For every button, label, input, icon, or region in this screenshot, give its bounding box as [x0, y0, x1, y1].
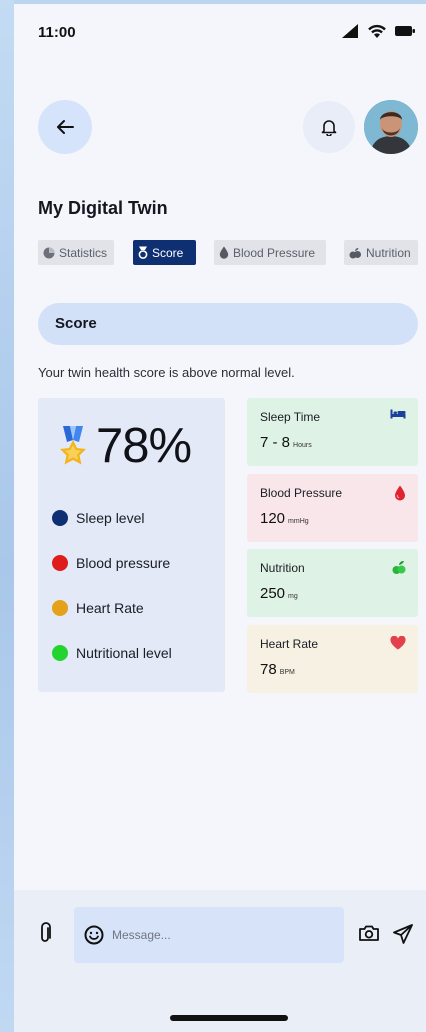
phone-screen: 11:00 My Digital Twin Statistics Score B… [14, 4, 426, 1032]
page-title: My Digital Twin [38, 198, 168, 218]
back-button[interactable] [38, 100, 92, 154]
score-description: Your twin health score is above normal l… [38, 365, 295, 380]
metric-card-nutrition[interactable]: Nutrition 250 mg [247, 549, 418, 617]
legend-label: Nutritional level [76, 645, 172, 661]
score-value: 78% [96, 419, 192, 473]
wifi-icon [368, 24, 386, 38]
section-title: Score [55, 315, 97, 332]
legend-item: Sleep level [52, 510, 145, 526]
send-icon[interactable] [393, 924, 413, 944]
metric-label: Blood Pressure [260, 486, 343, 500]
metric-card-blood-pressure[interactable]: Blood Pressure 120 mmHg [247, 474, 418, 542]
metric-label: Sleep Time [260, 410, 321, 424]
legend-label: Sleep level [76, 510, 145, 526]
status-bar: 11:00 [14, 4, 426, 60]
bell-icon [321, 120, 337, 136]
metric-value: 250 mg [260, 585, 298, 602]
legend-item: Nutritional level [52, 645, 172, 661]
metric-label: Nutrition [260, 561, 305, 575]
tab-label: Statistics [59, 245, 108, 260]
legend-dot [52, 645, 68, 661]
medal-icon [138, 246, 148, 259]
bed-icon [390, 409, 406, 419]
metric-number: 78 [260, 661, 277, 678]
metric-card-heart-rate[interactable]: Heart Rate 78 BPM [247, 625, 418, 693]
camera-icon[interactable] [358, 924, 380, 942]
legend-item: Blood pressure [52, 555, 170, 571]
emoji-icon[interactable] [84, 925, 104, 945]
legend-dot [52, 510, 68, 526]
message-input[interactable] [112, 928, 312, 942]
metric-unit: BPM [279, 669, 295, 676]
score-section-header: Score [38, 303, 418, 345]
leaf-icon [392, 560, 406, 574]
metric-unit: mmHg [288, 518, 309, 525]
metric-value: 7 - 8 Hours [260, 434, 312, 451]
tab-nutrition[interactable]: Nutrition [344, 240, 418, 265]
tab-bar: Statistics Score Blood Pressure Nutritio… [38, 240, 418, 265]
tab-label: Score [152, 245, 184, 260]
avatar[interactable] [364, 100, 418, 154]
metric-label: Heart Rate [260, 637, 319, 651]
status-time: 11:00 [38, 24, 76, 41]
avatar-image [364, 100, 418, 154]
nutrition-icon [349, 247, 361, 258]
score-card: 78% Sleep level Blood pressure Heart Rat… [38, 398, 225, 692]
legend-label: Blood pressure [76, 555, 171, 571]
tab-score[interactable]: Score [133, 240, 196, 265]
tab-blood-pressure[interactable]: Blood Pressure [214, 240, 326, 265]
notifications-button[interactable] [303, 101, 355, 153]
status-icons [340, 22, 416, 40]
medal-icon [60, 426, 86, 465]
heart-icon [390, 636, 406, 650]
metric-unit: mg [288, 593, 298, 600]
drop-icon [219, 246, 229, 259]
metric-unit: Hours [293, 442, 312, 449]
legend-dot [52, 600, 68, 616]
tab-label: Nutrition [366, 245, 411, 260]
legend-item: Heart Rate [52, 600, 144, 616]
legend-label: Heart Rate [76, 600, 144, 616]
message-input-container[interactable] [74, 907, 344, 963]
metric-value: 78 BPM [260, 661, 295, 678]
arrow-left-icon [57, 120, 74, 134]
signal-icon [342, 24, 358, 38]
pie-chart-icon [43, 247, 55, 258]
tab-statistics[interactable]: Statistics [38, 240, 114, 265]
battery-icon [395, 26, 415, 36]
metric-number: 250 [260, 585, 286, 602]
blood-drop-icon [395, 485, 405, 501]
tab-label: Blood Pressure [233, 245, 316, 260]
metric-card-sleep-time[interactable]: Sleep Time 7 - 8 Hours [247, 398, 418, 466]
paperclip-icon[interactable] [38, 922, 52, 944]
metric-number: 120 [260, 510, 286, 527]
metric-number: 7 - 8 [260, 434, 291, 451]
legend-dot [52, 555, 68, 571]
metric-value: 120 mmHg [260, 510, 309, 527]
home-indicator[interactable] [170, 1015, 288, 1021]
